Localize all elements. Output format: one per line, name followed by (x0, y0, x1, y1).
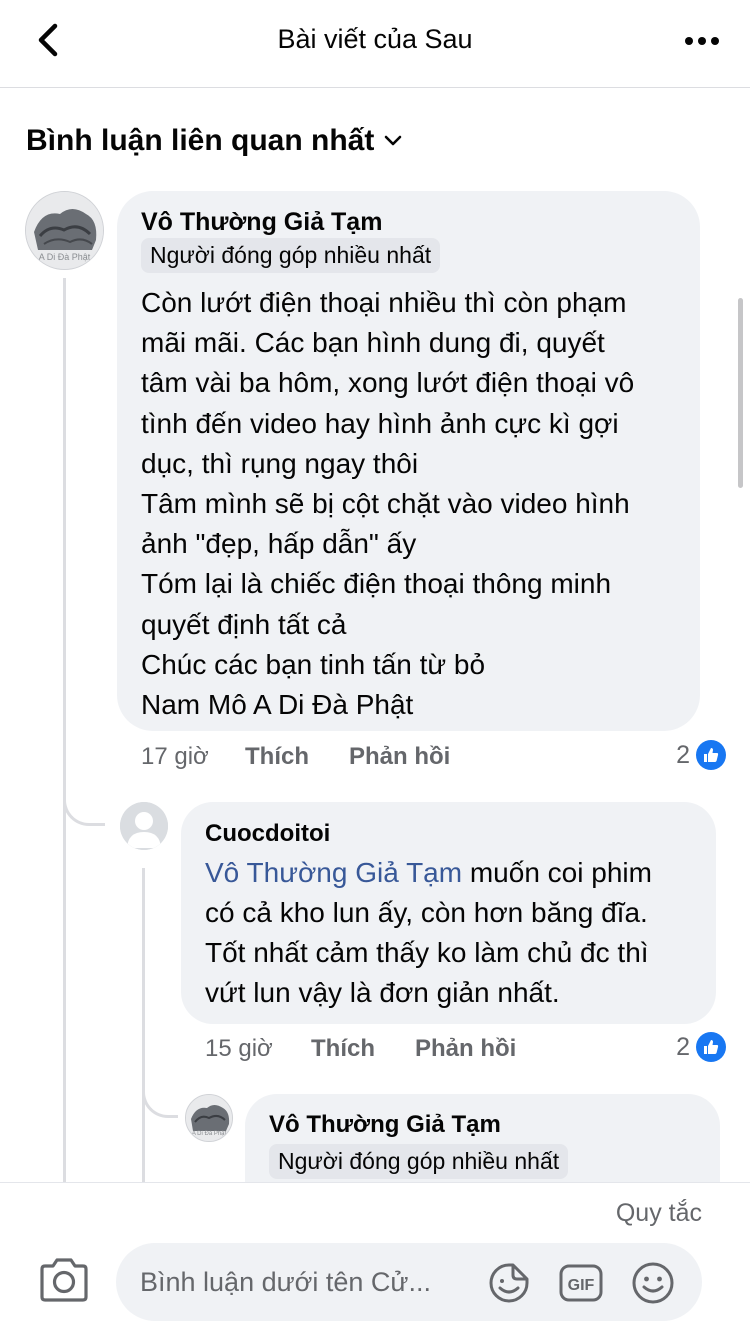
mention-link[interactable]: Vô Thường Giả Tạm (205, 857, 462, 888)
comment-bubble[interactable]: Vô Thường Giả Tạm Người đóng góp nhiều n… (117, 191, 700, 731)
reaction-number: 2 (676, 740, 690, 769)
reply-button[interactable]: Phản hồi (415, 1035, 516, 1063)
camera-button[interactable] (38, 1257, 90, 1303)
sticker-button[interactable] (486, 1260, 532, 1306)
comment-input[interactable] (140, 1261, 480, 1303)
avatar[interactable]: A Di Đà Phật (185, 1094, 233, 1142)
contributor-badge: Người đóng góp nhiều nhất (141, 238, 441, 273)
like-button[interactable]: Thích (245, 743, 309, 771)
thread-branch (63, 790, 105, 826)
like-button[interactable]: Thích (311, 1035, 375, 1063)
comment-text: Còn lướt điện thoại nhiều thì còn phạm m… (141, 287, 635, 721)
chevron-down-icon (385, 135, 402, 146)
comment-bubble[interactable]: Cuocdoitoi Vô Thường Giả Tạm muốn coi ph… (181, 802, 716, 1024)
reaction-number: 2 (676, 1032, 690, 1061)
comment-author[interactable]: Cuocdoitoi (205, 820, 330, 848)
camera-icon (40, 1258, 88, 1302)
thumbs-up-icon (696, 740, 726, 770)
sticker-icon (489, 1263, 529, 1303)
comment-text-first-line: Vô Thường Giả Tạm muốn coi phim (205, 853, 715, 893)
page-title: Bài viết của Sau (277, 24, 473, 54)
avatar[interactable] (120, 802, 168, 850)
comment-author[interactable]: Vô Thường Giả Tạm (141, 208, 382, 237)
thumbs-up-icon (696, 1032, 726, 1062)
reply-button[interactable]: Phản hồi (349, 743, 450, 771)
scrollbar[interactable] (738, 298, 743, 488)
top-bar: Bài viết của Sau (0, 0, 750, 88)
smiley-icon (632, 1262, 674, 1304)
comment-composer: Quy tắc GIF (0, 1182, 750, 1334)
comment-text: có cả kho lun ấy, còn hơn băng đĩa. Tốt … (205, 897, 649, 1009)
gif-icon: GIF (559, 1264, 603, 1302)
more-horizontal-icon (685, 37, 719, 45)
reaction-count[interactable]: 2 (676, 1032, 726, 1062)
avatar[interactable]: A Di Đà Phật (25, 191, 104, 270)
thread-line (63, 278, 66, 1182)
rules-link[interactable]: Quy tắc (616, 1199, 702, 1228)
gif-button[interactable]: GIF (558, 1260, 604, 1306)
comment-text-line1: muốn coi phim (462, 857, 652, 888)
more-options-button[interactable] (682, 26, 722, 56)
avatar-caption: A Di Đà Phật (191, 1131, 227, 1137)
svg-text:GIF: GIF (568, 1277, 595, 1294)
contributor-badge: Người đóng góp nhiều nhất (269, 1144, 569, 1179)
avatar-caption: A Di Đà Phật (38, 252, 91, 262)
comment-bubble-clip: Vô Thường Giả Tạm Người đóng góp nhiều n… (245, 1094, 720, 1182)
thread-line (142, 868, 145, 1182)
comment-time: 17 giờ (141, 743, 209, 770)
comment-sort-dropdown[interactable]: Bình luận liên quan nhất (26, 124, 402, 158)
comment-time: 15 giờ (205, 1035, 273, 1062)
thread-branch (142, 1082, 178, 1118)
default-avatar-icon (120, 802, 168, 850)
emoji-button[interactable] (630, 1260, 676, 1306)
reaction-count[interactable]: 2 (676, 740, 726, 770)
comment-input-container[interactable]: GIF (116, 1243, 702, 1321)
comment-author[interactable]: Vô Thường Giả Tạm (269, 1111, 501, 1139)
sort-label: Bình luận liên quan nhất (26, 124, 375, 157)
comment-bubble[interactable]: Vô Thường Giả Tạm Người đóng góp nhiều n… (245, 1094, 720, 1182)
